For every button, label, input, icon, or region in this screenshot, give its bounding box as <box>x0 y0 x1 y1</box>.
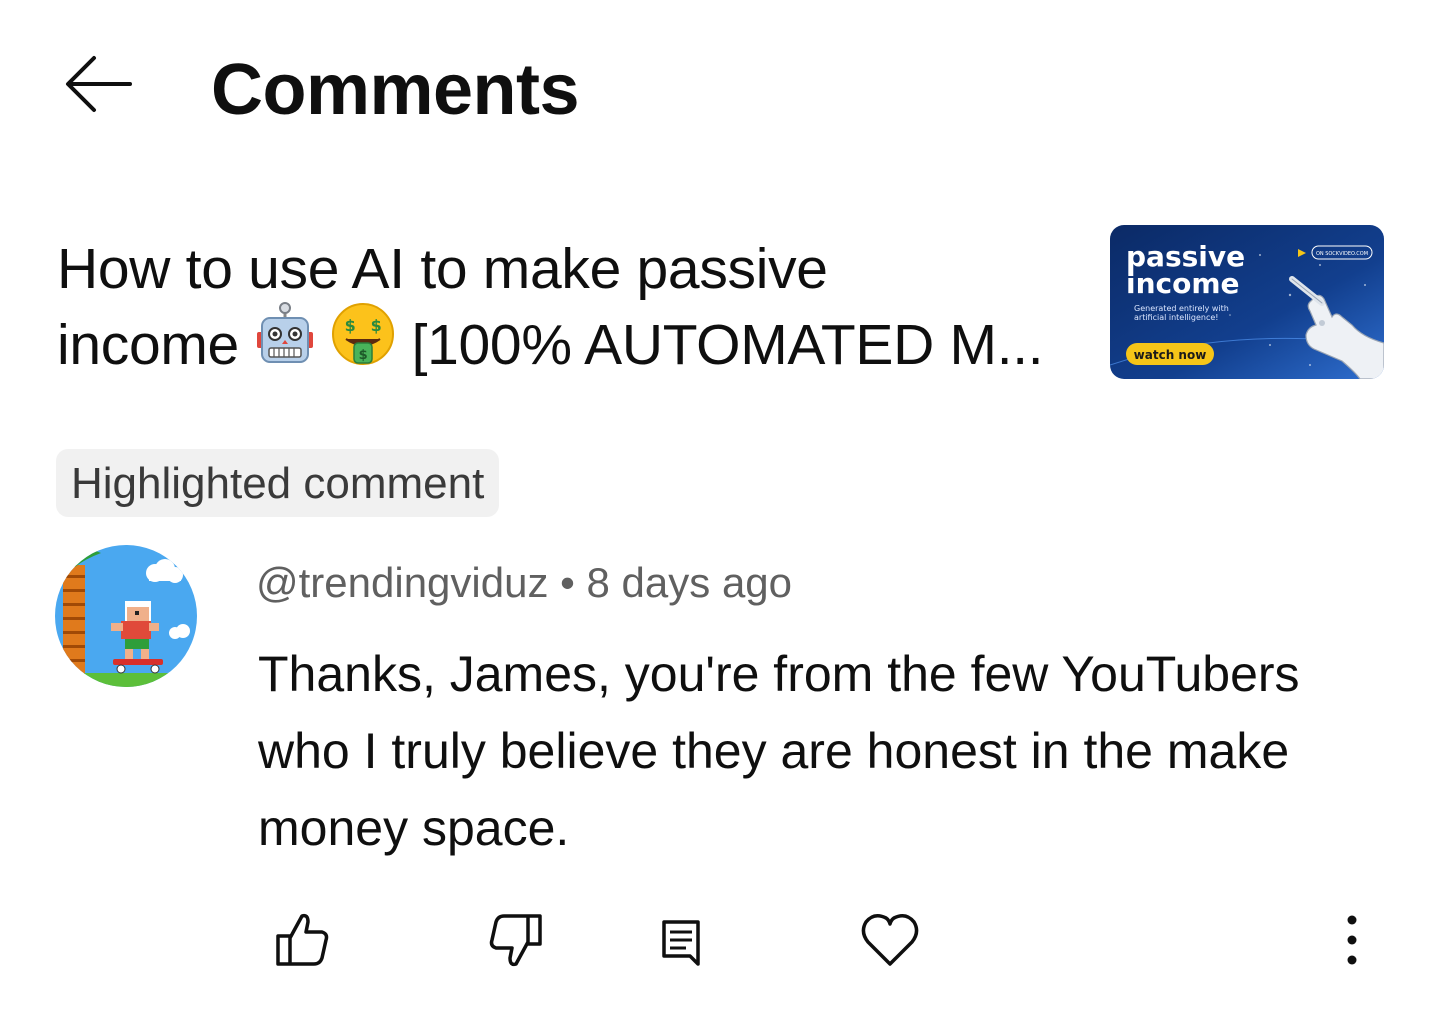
video-title[interactable]: How to use AI to make passive income $ $… <box>57 231 1097 383</box>
thumb-button: watch now <box>1134 348 1207 362</box>
heart-icon <box>861 914 919 966</box>
thumb-headline2: income <box>1126 267 1240 300</box>
arrow-left-icon <box>66 56 132 112</box>
back-button[interactable] <box>62 52 134 116</box>
thumb-corner-tag: ON SOCKVIDEO.COM <box>1316 251 1368 257</box>
svg-text:$: $ <box>371 316 382 335</box>
comment-body: Thanks, James, you're from the few YouTu… <box>258 646 1300 856</box>
robot-face-icon <box>255 302 315 385</box>
dislike-button[interactable] <box>484 908 548 972</box>
thumb-subtext1: Generated entirely with <box>1134 304 1229 313</box>
like-button[interactable] <box>270 908 334 972</box>
video-title-suffix: [100% AUTOMATED M... <box>411 313 1044 377</box>
comment-age: 8 days ago <box>586 559 793 606</box>
thumb-subtext2: artificial intelligence! <box>1134 313 1219 322</box>
comment-author-handle[interactable]: @trendingviduz <box>256 559 548 606</box>
svg-text:$: $ <box>345 316 356 335</box>
video-header: How to use AI to make passive income $ $… <box>0 225 1439 385</box>
header: Comments <box>0 38 1439 138</box>
video-title-prefix: income <box>57 313 239 377</box>
video-title-line1: How to use AI to make passive <box>57 237 828 301</box>
more-options-button[interactable] <box>1322 908 1382 972</box>
heart-button[interactable] <box>858 908 922 972</box>
page-title: Comments <box>211 50 580 130</box>
reply-icon <box>662 920 700 966</box>
meta-separator: • <box>560 559 575 606</box>
svg-text:$: $ <box>359 348 368 363</box>
thumbs-down-icon <box>489 914 542 967</box>
highlighted-comment-badge: Highlighted comment <box>56 449 500 517</box>
more-vert-icon <box>1347 915 1357 965</box>
video-thumbnail[interactable]: passive income Generated entirely with a… <box>1110 225 1384 379</box>
reply-button[interactable] <box>652 908 716 972</box>
comment-meta: @trendingviduz • 8 days ago <box>256 556 792 610</box>
money-mouth-face-icon: $ $ $ <box>330 301 396 386</box>
video-title-line2: income $ $ $ [100% AUTOMATED M... <box>57 302 1097 383</box>
avatar[interactable] <box>55 545 197 687</box>
comments-screen: Comments How to use AI to make passive i… <box>0 0 1439 1024</box>
thumbs-up-icon <box>276 913 329 966</box>
